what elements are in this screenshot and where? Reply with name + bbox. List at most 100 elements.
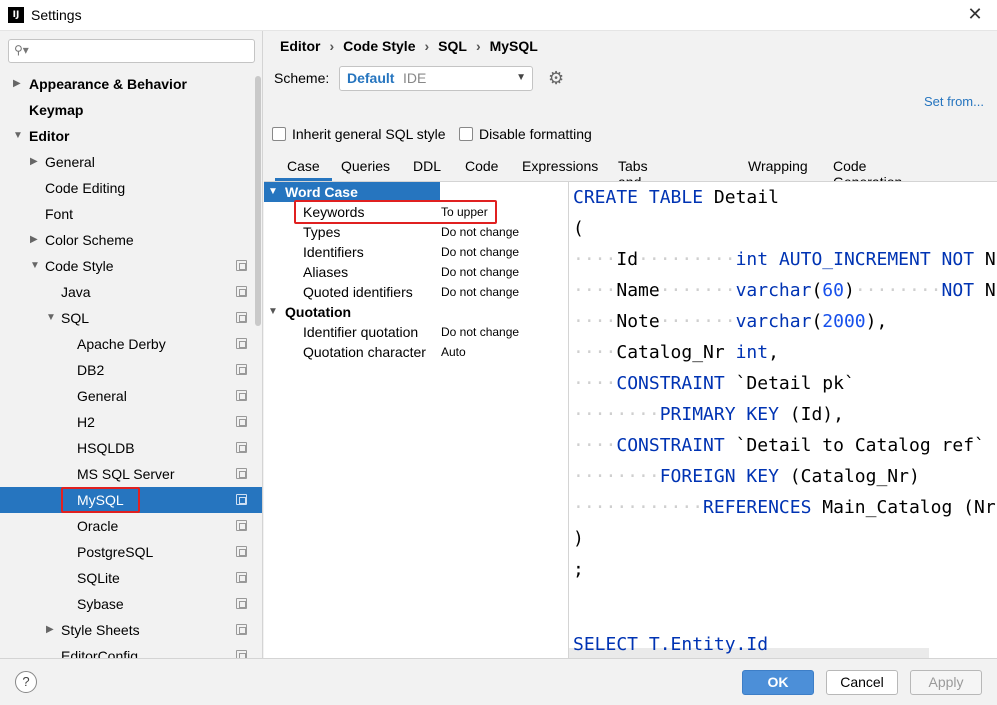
search-input[interactable]: ⚲▾ [8,39,255,63]
tab-ddl[interactable]: DDL [413,158,441,174]
option-value[interactable]: Do not change [441,242,519,262]
sidebar-item-sqlite[interactable]: SQLite [0,565,262,591]
scheme-dropdown[interactable]: Default IDE ▼ [339,66,533,91]
sidebar-item-apache-derby[interactable]: Apache Derby [0,331,262,357]
sidebar-item-label: General [77,388,127,404]
dialog-button-bar: ? OK Cancel Apply [0,658,997,705]
tab-queries[interactable]: Queries [341,158,390,174]
project-scope-icon [236,650,247,658]
sidebar-item-label: Code Style [45,258,114,274]
option-row-quotation-character[interactable]: Quotation character Auto [264,342,568,362]
gear-icon[interactable]: ⚙ [548,68,564,89]
option-value[interactable]: Do not change [441,222,519,242]
sidebar-item-label: PostgreSQL [77,544,154,560]
option-row-aliases[interactable]: Aliases Do not change [264,262,568,282]
checkbox-label: Disable formatting [479,126,592,142]
breadcrumb-separator: › [329,38,335,54]
sidebar-item-style-sheets[interactable]: ▶ Style Sheets [0,617,262,643]
option-row-identifier-quotation[interactable]: Identifier quotation Do not change [264,322,568,342]
code-preview[interactable]: CREATE TABLE Detail (····Id·········int A… [568,181,997,658]
mysql-highlight-box [61,487,140,513]
option-row-quoted-identifiers[interactable]: Quoted identifiers Do not change [264,282,568,302]
sidebar-scrollbar[interactable] [255,76,261,326]
sidebar-item-code-editing[interactable]: Code Editing [0,175,262,201]
sidebar-item-sybase[interactable]: Sybase [0,591,262,617]
sidebar-item-label: Code Editing [45,180,126,196]
sidebar-item-sql-general[interactable]: General [0,383,262,409]
sidebar-item-code-style[interactable]: ▼ Code Style [0,253,262,279]
set-from-link[interactable]: Set from... [924,94,984,109]
project-scope-icon [236,338,247,349]
group-label: Quotation [285,304,352,320]
project-scope-icon [236,520,247,531]
chevron-down-icon[interactable]: ▼ [30,253,40,279]
word-case-group[interactable]: ▼ Word Case [264,182,440,202]
option-value[interactable]: Do not change [441,282,519,302]
chevron-right-icon[interactable]: ▶ [30,227,38,253]
breadcrumb-separator: › [424,38,430,54]
code-line: ····Id·········int AUTO_INCREMENT NOT N [573,249,996,270]
sidebar-item-label: Apache Derby [77,336,166,352]
project-scope-icon [236,624,247,635]
option-row-identifiers[interactable]: Identifiers Do not change [264,242,568,262]
sidebar-item-keymap[interactable]: Keymap [0,97,262,123]
tab-code[interactable]: Code [465,158,498,174]
code-line: ····Catalog_Nr int, [573,342,779,363]
sidebar-item-editorconfig[interactable]: EditorConfig [0,643,262,658]
search-icon: ⚲▾ [14,43,29,57]
sidebar-item-appearance-behavior[interactable]: ▶ Appearance & Behavior [0,71,262,97]
chevron-down-icon[interactable]: ▼ [13,123,23,149]
help-icon[interactable]: ? [15,671,37,693]
sidebar-item-ms-sql-server[interactable]: MS SQL Server [0,461,262,487]
disable-formatting-checkbox[interactable]: Disable formatting [459,126,592,142]
chevron-right-icon[interactable]: ▶ [46,617,54,643]
chevron-right-icon[interactable]: ▶ [13,71,21,97]
sidebar-item-h2[interactable]: H2 [0,409,262,435]
code-line: ····CONSTRAINT `Detail pk` [573,373,855,394]
sidebar-item-oracle[interactable]: Oracle [0,513,262,539]
sidebar-item-color-scheme[interactable]: ▶ Color Scheme [0,227,262,253]
code-line: ) [573,528,584,549]
sidebar-item-java[interactable]: Java [0,279,262,305]
sidebar-item-db2[interactable]: DB2 [0,357,262,383]
chevron-down-icon[interactable]: ▼ [268,182,278,202]
sidebar-item-hsqldb[interactable]: HSQLDB [0,435,262,461]
title-bar: IJ Settings ✕ [0,0,997,31]
sidebar-item-label: Editor [29,128,70,144]
quotation-group[interactable]: ▼ Quotation [264,302,568,322]
option-value[interactable]: Do not change [441,262,519,282]
chevron-right-icon[interactable]: ▶ [30,149,38,175]
ok-button[interactable]: OK [742,670,814,695]
option-value[interactable]: Do not change [441,322,519,342]
tab-case[interactable]: Case [275,158,332,181]
inherit-general-sql-style-checkbox[interactable]: Inherit general SQL style [272,126,446,142]
apply-button[interactable]: Apply [910,670,982,695]
chevron-down-icon[interactable]: ▼ [46,305,56,331]
code-line: ····Note·······varchar(2000), [573,311,888,332]
tab-expressions[interactable]: Expressions [522,158,598,174]
sidebar-item-general[interactable]: ▶ General [0,149,262,175]
sidebar-item-postgresql[interactable]: PostgreSQL [0,539,262,565]
scheme-suffix: IDE [403,70,427,86]
close-icon[interactable]: ✕ [965,4,985,25]
keywords-highlight-box [294,200,497,224]
sidebar-item-label: Font [45,206,74,222]
sidebar-item-sql[interactable]: ▼ SQL [0,305,262,331]
sidebar-item-font[interactable]: Font [0,201,262,227]
sidebar-item-editor[interactable]: ▼ Editor [0,123,262,149]
breadcrumb: Editor › Code Style › SQL › MySQL [280,38,538,54]
tab-wrapping[interactable]: Wrapping [748,158,808,174]
project-scope-icon [236,546,247,557]
project-scope-icon [236,286,247,297]
option-row-types[interactable]: Types Do not change [264,222,568,242]
option-value[interactable]: Auto [441,342,466,362]
cancel-button[interactable]: Cancel [826,670,898,695]
case-options-tree: ▼ Word Case Keywords To upper Types Do n… [264,181,568,658]
checkbox-box[interactable] [459,127,473,141]
intellij-app-icon: IJ [8,7,24,23]
option-name: Identifier quotation [303,324,419,340]
chevron-down-icon[interactable]: ▼ [268,302,278,322]
checkbox-box[interactable] [272,127,286,141]
code-line: CREATE TABLE Detail [573,187,779,208]
code-line: ····Name·······varchar(60)········NOT N [573,280,996,301]
